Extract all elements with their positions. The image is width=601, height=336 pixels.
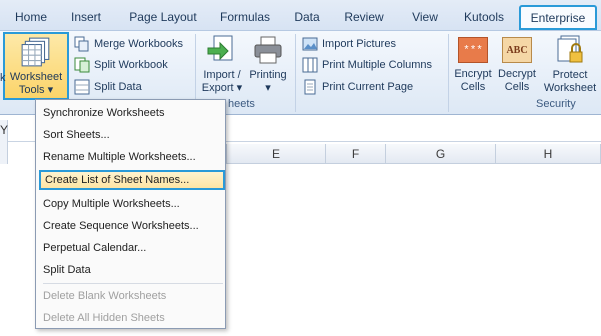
menu-item-sort-sheets[interactable]: Sort Sheets... bbox=[43, 125, 223, 145]
split-workbook-label: Split Workbook bbox=[94, 59, 168, 71]
protect-worksheet-button[interactable]: Protect Worksheet bbox=[540, 34, 600, 95]
worksheet-stack-icon bbox=[21, 37, 50, 67]
encrypt-label: Encrypt bbox=[454, 68, 492, 80]
merge-workbooks-label: Merge Workbooks bbox=[94, 38, 184, 50]
worksheet-tools-button[interactable]: Worksheet Tools ▾ bbox=[3, 32, 69, 100]
import-pictures-button[interactable]: Import Pictures bbox=[302, 34, 396, 54]
protect-label: Protect bbox=[552, 69, 588, 81]
menu-item-perpetual-calendar[interactable]: Perpetual Calendar... bbox=[43, 238, 223, 258]
decrypt-label-line2: Cells bbox=[504, 81, 530, 93]
tab-review[interactable]: Review bbox=[336, 5, 392, 30]
menu-item-delete-all-hidden-sheets: Delete All Hidden Sheets bbox=[43, 312, 165, 324]
merge-workbooks-button[interactable]: Merge Workbooks bbox=[74, 34, 183, 54]
printing-button[interactable]: Printing ▾ bbox=[246, 34, 290, 95]
column-header-f[interactable]: F bbox=[326, 144, 386, 164]
import-export-button[interactable]: Import / Export ▾ bbox=[198, 34, 246, 95]
print-columns-icon bbox=[302, 57, 318, 73]
menu-item-copy-multiple-worksheets[interactable]: Copy Multiple Worksheets... bbox=[43, 194, 223, 214]
menu-separator bbox=[43, 283, 223, 284]
ribbon-separator bbox=[448, 34, 449, 112]
print-page-icon bbox=[304, 79, 316, 95]
cut-text: k bbox=[0, 72, 6, 84]
import-pictures-icon bbox=[302, 37, 318, 51]
import-pictures-label: Import Pictures bbox=[322, 38, 396, 50]
decrypt-icon: ABC bbox=[502, 37, 532, 63]
import-export-label-line2: Export bbox=[201, 82, 234, 94]
tab-home[interactable]: Home bbox=[8, 5, 54, 30]
split-workbook-icon bbox=[74, 57, 90, 73]
tab-data[interactable]: Data bbox=[286, 5, 328, 30]
split-data-button[interactable]: Split Data bbox=[74, 77, 142, 97]
decrypt-label: Decrypt bbox=[498, 68, 536, 80]
split-workbook-button[interactable]: Split Workbook bbox=[74, 55, 168, 75]
print-multiple-columns-label: Print Multiple Columns bbox=[322, 59, 433, 71]
encrypt-cells-button[interactable]: *** Encrypt Cells bbox=[451, 34, 495, 94]
print-multiple-columns-button[interactable]: Print Multiple Columns bbox=[302, 55, 432, 75]
ribbon-tab-bar: Home Insert Page Layout Formulas Data Re… bbox=[0, 0, 601, 30]
ribbon-separator bbox=[295, 34, 296, 112]
tab-formulas[interactable]: Formulas bbox=[213, 5, 277, 30]
worksheet-tools-label: Worksheet bbox=[9, 71, 63, 83]
import-export-label-row: Export ▾ bbox=[198, 82, 246, 95]
import-export-icon bbox=[207, 35, 233, 61]
protect-worksheet-icon bbox=[557, 35, 583, 63]
print-current-page-label: Print Current Page bbox=[322, 81, 414, 93]
dropdown-arrow-icon: ▾ bbox=[236, 82, 243, 94]
decrypt-cells-button[interactable]: ABC Decrypt Cells bbox=[495, 34, 539, 94]
split-data-icon bbox=[74, 79, 90, 95]
encrypt-icon: *** bbox=[458, 37, 488, 63]
tab-view[interactable]: View bbox=[404, 5, 446, 30]
menu-item-create-list-of-sheet-names[interactable]: Create List of Sheet Names... bbox=[39, 170, 225, 190]
menu-item-create-sequence-worksheets[interactable]: Create Sequence Worksheets... bbox=[43, 216, 223, 236]
group-label-sheets: heets bbox=[228, 98, 255, 110]
encrypt-label-line2: Cells bbox=[460, 81, 486, 93]
worksheet-tools-menu: Synchronize Worksheets Sort Sheets... Re… bbox=[35, 99, 226, 329]
tab-page-layout[interactable]: Page Layout bbox=[122, 5, 204, 30]
cut-cell-text: Y bbox=[0, 123, 9, 137]
column-header-e[interactable]: E bbox=[226, 144, 326, 164]
menu-item-split-data[interactable]: Split Data bbox=[43, 260, 223, 280]
printer-icon bbox=[254, 36, 282, 64]
worksheet-tools-label-2: Tools ▾ bbox=[5, 84, 67, 97]
merge-workbooks-icon bbox=[74, 36, 89, 52]
group-label-security: Security bbox=[536, 98, 576, 110]
tab-kutools[interactable]: Kutools bbox=[455, 5, 513, 30]
column-header-h[interactable]: H bbox=[496, 144, 601, 164]
split-data-label: Split Data bbox=[94, 81, 142, 93]
menu-item-delete-blank-worksheets: Delete Blank Worksheets bbox=[43, 290, 167, 302]
menu-item-rename-multiple-worksheets[interactable]: Rename Multiple Worksheets... bbox=[43, 147, 223, 167]
worksheet-tools-label-line2: Tools bbox=[18, 84, 45, 96]
dropdown-arrow-icon: ▾ bbox=[47, 84, 54, 96]
dropdown-arrow-icon: ▾ bbox=[265, 82, 271, 94]
printing-label: Printing bbox=[249, 69, 287, 81]
tab-insert[interactable]: Insert bbox=[60, 5, 112, 30]
print-current-page-button[interactable]: Print Current Page bbox=[302, 77, 413, 97]
tab-enterprise[interactable]: Enterprise bbox=[519, 5, 597, 30]
menu-item-synchronize-worksheets[interactable]: Synchronize Worksheets bbox=[43, 103, 223, 123]
import-export-label: Import / bbox=[203, 69, 241, 81]
column-header-g[interactable]: G bbox=[386, 144, 496, 164]
protect-label-line2: Worksheet bbox=[543, 82, 597, 94]
